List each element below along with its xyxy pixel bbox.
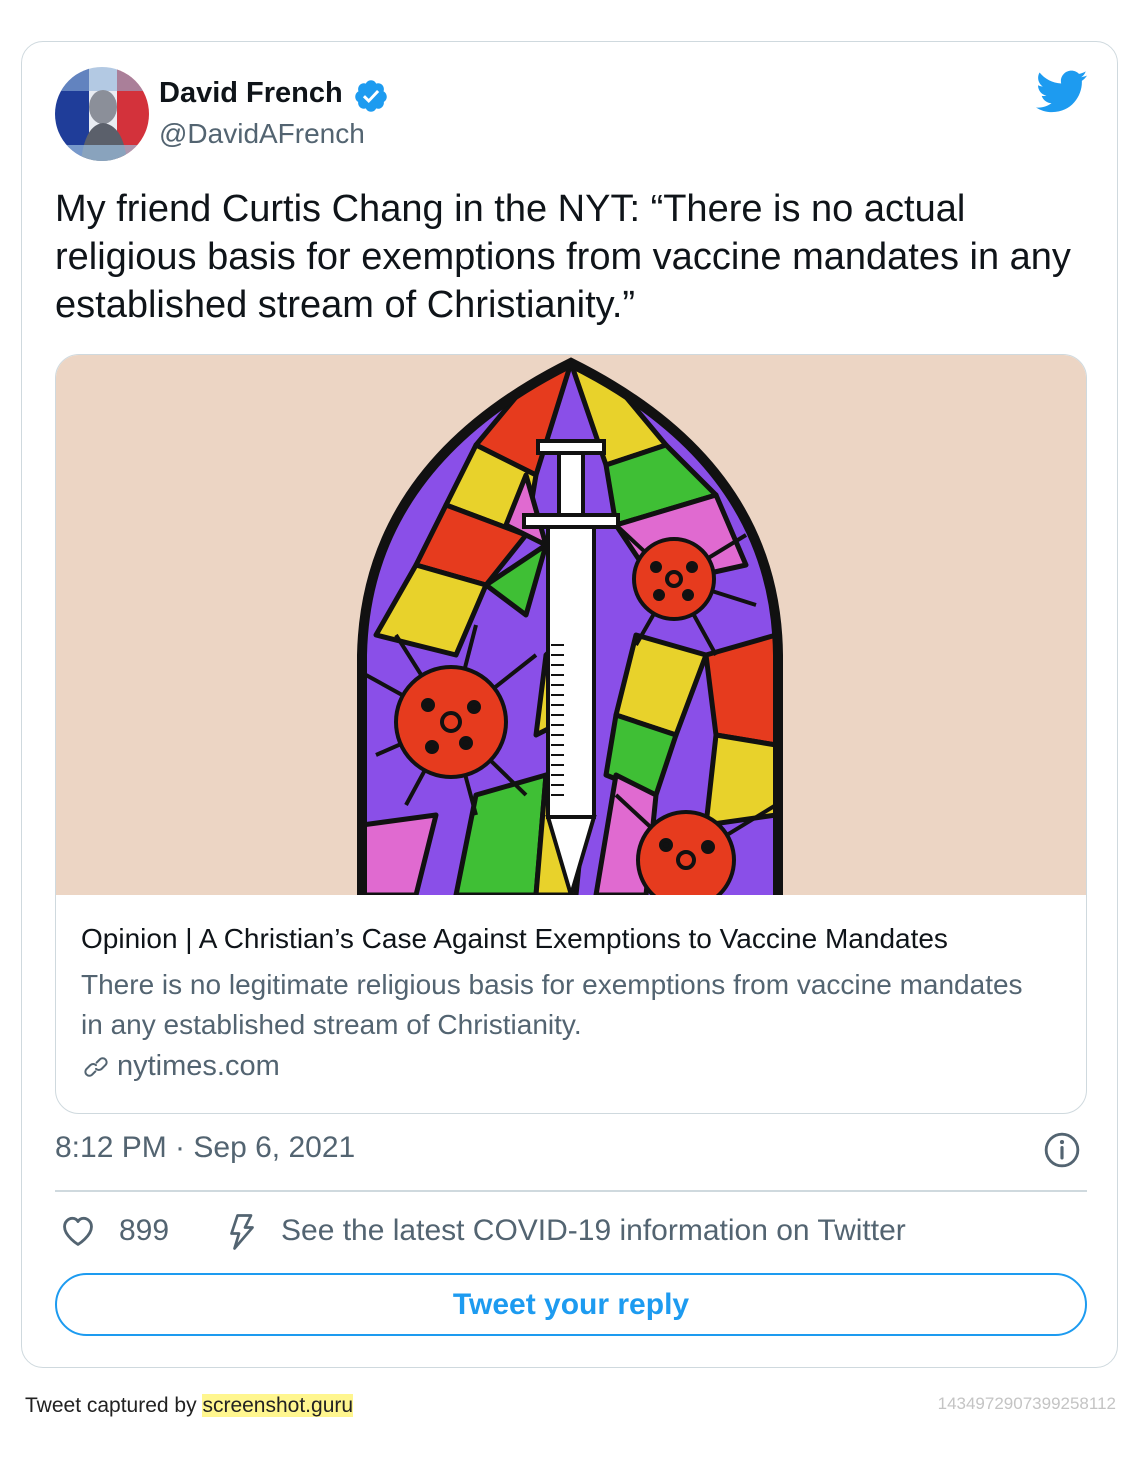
author-handle[interactable]: @DavidAFrench [159,118,365,150]
link-card-domain: nytimes.com [117,1050,280,1082]
verified-badge-icon [355,80,387,112]
link-icon [84,1056,108,1077]
tweet-card: David French @DavidAFrench My friend Cur… [21,41,1118,1368]
twitter-bird-icon[interactable] [1036,70,1088,114]
link-card-description: There is no legitimate religious basis f… [81,969,1023,1040]
info-icon[interactable] [1043,1131,1081,1169]
tweet-text: My friend Curtis Chang in the NYT: “Ther… [55,188,1082,326]
tweet-id: 1434972907399258112 [937,1394,1116,1413]
capture-credit-prefix: Tweet captured by [25,1394,197,1417]
author-name[interactable]: David French [159,77,343,110]
link-preview-card[interactable]: Opinion | A Christian’s Case Against Exe… [55,354,1087,1114]
link-card-title: Opinion | A Christian’s Case Against Exe… [81,923,948,954]
like-count[interactable]: 899 [119,1214,169,1248]
capture-credit-site[interactable]: screenshot.guru [202,1394,354,1417]
heart-icon[interactable] [59,1212,97,1250]
tweet-timestamp[interactable]: 8:12 PM · Sep 6, 2021 [55,1131,355,1165]
covid-info-link[interactable]: See the latest COVID-19 information on T… [281,1214,906,1248]
link-card-domain-row: nytimes.com [81,1050,280,1083]
bolt-icon[interactable] [224,1212,260,1252]
tweet-your-reply-button[interactable]: Tweet your reply [55,1273,1087,1336]
avatar[interactable] [55,67,149,161]
capture-credit: Tweet captured by screenshot.guru [25,1394,354,1418]
divider [55,1190,1087,1192]
article-image [56,355,1086,895]
